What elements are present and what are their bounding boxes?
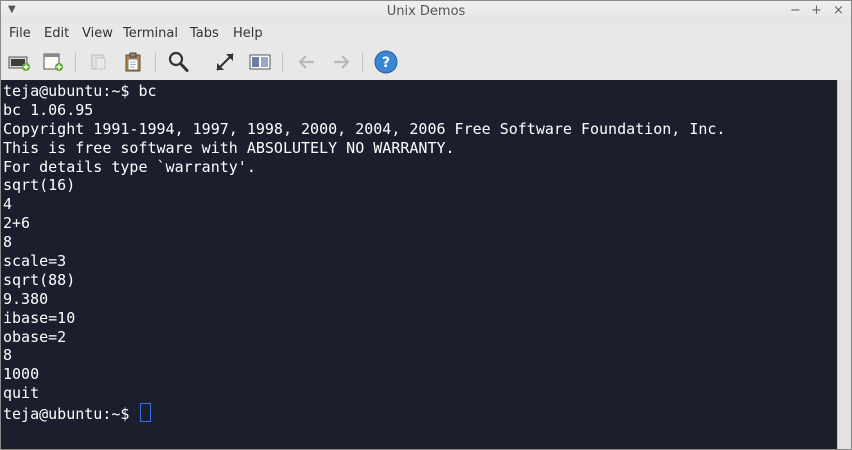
terminal-line: teja@ubuntu:~$ bc (3, 82, 157, 100)
menu-file[interactable]: File (9, 26, 31, 41)
vertical-scrollbar[interactable] (837, 80, 851, 449)
fullscreen-button[interactable] (211, 49, 239, 75)
menu-terminal[interactable]: Terminal (123, 26, 178, 41)
terminal-line: This is free software with ABSOLUTELY NO… (3, 138, 455, 157)
terminal-line: 4 (3, 195, 13, 214)
new-tab-icon (8, 56, 30, 71)
copy-button[interactable] (85, 49, 113, 75)
minimize-button[interactable]: − (790, 3, 801, 18)
help-icon: ? (374, 50, 398, 74)
terminal-line: quit (3, 384, 40, 403)
back-arrow-icon (298, 55, 314, 69)
terminal-line: For details type `warranty'. (3, 157, 256, 176)
preferences-icon (249, 54, 271, 70)
search-icon (168, 51, 189, 72)
fullscreen-icon (216, 53, 234, 71)
terminal-output[interactable]: teja@ubuntu:~$ bc bc 1.06.95 Copyright 199… (1, 80, 837, 449)
paste-button[interactable] (119, 49, 147, 75)
terminal-line: ibase=10 (3, 308, 76, 327)
terminal-line: 9.380 (3, 289, 49, 308)
help-button[interactable]: ? (372, 49, 400, 75)
terminal-line: 1000 (3, 365, 40, 384)
menu-edit[interactable]: Edit (44, 26, 69, 41)
terminal-text: teja@ubuntu:~$ bc bc 1.06.95 Copyright 199… (3, 82, 726, 424)
terminal-line: scale=3 (3, 252, 67, 271)
title-bar[interactable]: ▼ Unix Demos − + × (1, 1, 851, 23)
forward-arrow-icon (334, 55, 350, 69)
terminal-window: ▼ Unix Demos − + × File Edit View Termin… (0, 0, 852, 450)
window-title: Unix Demos (386, 4, 466, 19)
toolbar-separator (362, 52, 363, 72)
terminal-line: sqrt(16) (3, 176, 76, 195)
menu-view[interactable]: View (82, 26, 113, 41)
terminal-line: bc 1.06.95 (3, 100, 94, 119)
terminal-line: 8 (3, 346, 13, 365)
back-button[interactable] (293, 49, 321, 75)
new-window-icon (43, 53, 63, 71)
terminal-prompt-line: teja@ubuntu:~$ (3, 403, 725, 424)
text-cursor (140, 403, 152, 423)
paste-icon (125, 52, 141, 72)
new-window-button[interactable] (39, 49, 67, 75)
menu-bar: File Edit View Terminal Tabs Help (1, 23, 851, 45)
menu-tabs[interactable]: Tabs (190, 26, 219, 41)
new-tab-button[interactable] (5, 49, 33, 75)
menu-help[interactable]: Help (233, 26, 263, 41)
search-button[interactable] (165, 49, 193, 75)
terminal-line: 8 (3, 233, 13, 252)
preferences-button[interactable] (246, 49, 274, 75)
terminal-line: 2+6 (3, 214, 31, 233)
terminal-line: obase=2 (3, 327, 67, 346)
copy-icon (91, 54, 106, 70)
toolbar-separator (75, 52, 76, 72)
forward-button[interactable] (327, 49, 355, 75)
close-button[interactable]: × (833, 3, 844, 18)
toolbar-separator (155, 52, 156, 72)
toolbar: ? (1, 45, 851, 79)
maximize-button[interactable]: + (811, 3, 822, 18)
terminal-line: Copyright 1991-1994, 1997, 1998, 2000, 2… (3, 119, 726, 138)
terminal-line: sqrt(88) (3, 270, 76, 289)
help-icon-label: ? (382, 55, 390, 71)
terminal-prompt: teja@ubuntu:~$ (3, 405, 139, 424)
toolbar-separator (282, 52, 283, 72)
